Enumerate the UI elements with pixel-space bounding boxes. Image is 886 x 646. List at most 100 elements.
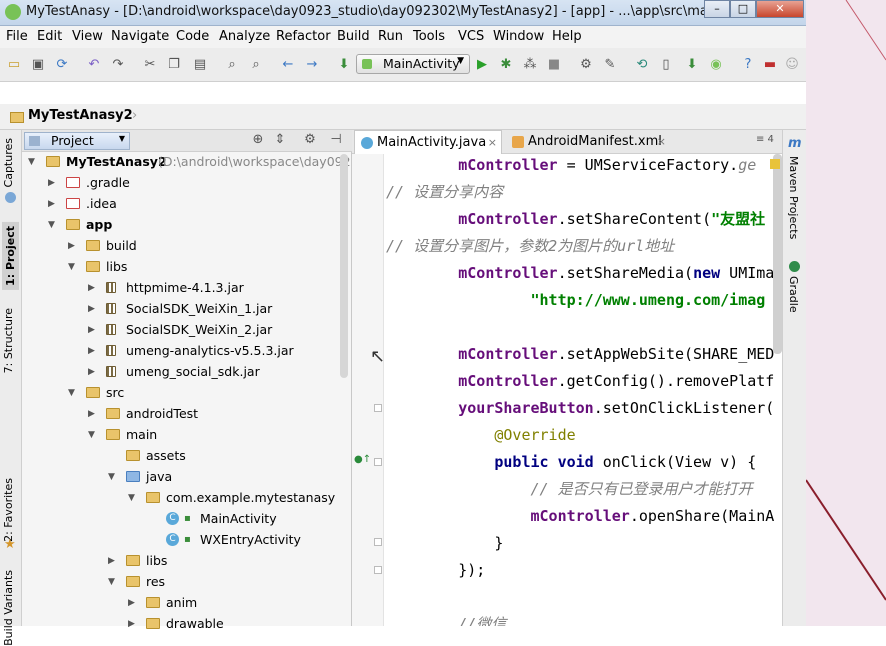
chevron-down-icon[interactable]: ▼ [108,467,115,487]
back-icon[interactable]: ← [280,57,296,73]
project-structure-icon[interactable]: ⚙ [578,57,594,73]
chevron-right-icon[interactable]: ▶ [68,236,75,256]
tab-androidmanifest-xml[interactable]: AndroidManifest.xml × [506,130,670,154]
minimize-button[interactable]: – [704,0,730,18]
tree-item[interactable]: ▶ umeng_social_sdk.jar [22,362,352,382]
replace-icon[interactable]: ⌕ [248,57,264,73]
tree-item[interactable]: ▶ anim [22,593,352,613]
tree-item[interactable]: ▶ androidTest [22,404,352,424]
gear-icon[interactable]: ⚙ [302,132,318,148]
tab-maven-projects[interactable]: Maven Projects [787,156,800,239]
menu-analyze[interactable]: Analyze [219,29,270,44]
tab-mainactivity-java[interactable]: MainActivity.java × [354,130,502,154]
menu-refactor[interactable]: Refactor [276,29,331,44]
tab-project[interactable]: 1: Project [2,222,19,290]
breadcrumb-project[interactable]: MyTestAnasy2 [28,108,133,123]
project-view-select[interactable]: Project ▼ [24,132,130,150]
tree-item[interactable]: ▶ build [22,236,352,256]
tree-item[interactable]: ▶ drawable [22,614,352,634]
debug-icon[interactable]: ✱ [498,57,514,73]
chevron-right-icon[interactable]: ▶ [88,278,95,298]
menu-tools[interactable]: Tools [413,29,445,44]
tab-overflow[interactable]: ≡ 4 [756,134,774,145]
menu-run[interactable]: Run [378,29,403,44]
menu-edit[interactable]: Edit [37,29,62,44]
tree-item[interactable]: ▶ .gradle [22,173,352,193]
maximize-button[interactable]: □ [730,0,756,18]
menu-vcs[interactable]: VCS [458,29,484,44]
sdk-manager-icon[interactable]: ⬇ [684,57,700,73]
undo-icon[interactable]: ↶ [86,57,102,73]
fold-marker-icon[interactable] [374,404,382,412]
chevron-right-icon[interactable]: ▶ [88,404,95,424]
presentation-icon[interactable]: ▬ [762,57,778,73]
tree-item[interactable]: C WXEntryActivity ▪ [22,530,352,550]
make-project-icon[interactable]: ⬇ [336,57,352,73]
user-icon[interactable]: ☺ [784,57,800,73]
settings-icon[interactable]: ✎ [602,57,618,73]
chevron-down-icon[interactable]: ▼ [128,488,135,508]
project-scrollbar[interactable] [340,154,348,378]
code-editor[interactable]: mController = UMServiceFactory.ge // 设置分享… [384,154,782,626]
tab-gradle[interactable]: Gradle [787,276,800,313]
avd-manager-icon[interactable]: ▯ [658,57,674,73]
save-icon[interactable]: ▣ [30,57,46,73]
scroll-from-source-icon[interactable]: ⊕ [250,132,266,148]
help-icon[interactable]: ? [740,57,756,73]
fold-marker-icon[interactable] [374,538,382,546]
tree-item[interactable]: ▶ SocialSDK_WeiXin_2.jar [22,320,352,340]
tree-item[interactable]: ▼ main [22,425,352,445]
android-monitor-icon[interactable]: ◉ [708,57,724,73]
menu-code[interactable]: Code [176,29,209,44]
chevron-down-icon[interactable]: ▼ [108,572,115,592]
chevron-right-icon[interactable]: ▶ [128,614,135,634]
menu-view[interactable]: View [72,29,103,44]
copy-icon[interactable]: ❐ [166,57,182,73]
tree-item[interactable]: ▶ umeng-analytics-v5.5.3.jar [22,341,352,361]
tree-item[interactable]: ▼ libs [22,257,352,277]
tree-item[interactable]: ▶ httpmime-4.1.3.jar [22,278,352,298]
chevron-down-icon[interactable]: ▼ [28,152,35,172]
chevron-right-icon[interactable]: ▶ [108,551,115,571]
tree-item[interactable]: ▼ app [22,215,352,235]
menu-file[interactable]: File [6,29,28,44]
tree-item[interactable]: ▼ res [22,572,352,592]
fold-marker-icon[interactable] [374,566,382,574]
chevron-right-icon[interactable]: ▶ [88,341,95,361]
chevron-right-icon[interactable]: ▶ [88,362,95,382]
tab-structure[interactable]: 7: Structure [2,308,15,373]
chevron-right-icon[interactable]: ▶ [88,320,95,340]
tab-captures[interactable]: Captures [2,138,15,187]
menu-window[interactable]: Window [493,29,544,44]
tree-item[interactable]: ▶ libs [22,551,352,571]
sync-icon[interactable]: ⟳ [54,57,70,73]
open-icon[interactable]: ▭ [6,57,22,73]
paste-icon[interactable]: ▤ [192,57,208,73]
tree-item[interactable]: ▼ java [22,467,352,487]
tree-item[interactable]: ▼ MyTestAnasy2 (D:\android\workspace\day09… [22,152,352,172]
tree-item[interactable]: ▶ SocialSDK_WeiXin_1.jar [22,299,352,319]
find-icon[interactable]: ⌕ [224,57,240,73]
chevron-down-icon[interactable]: ▼ [68,257,75,277]
redo-icon[interactable]: ↷ [110,57,126,73]
attach-debugger-icon[interactable]: ⁂ [522,57,538,73]
tree-item[interactable]: ▶ .idea [22,194,352,214]
chevron-right-icon[interactable]: ▶ [48,194,55,214]
close-button[interactable]: ✕ [756,0,804,18]
tree-item[interactable]: assets [22,446,352,466]
chevron-right-icon[interactable]: ▶ [88,299,95,319]
close-icon[interactable]: × [657,130,666,154]
chevron-down-icon[interactable]: ▼ [48,215,55,235]
hide-panel-icon[interactable]: ⊣ [328,132,344,148]
cut-icon[interactable]: ✂ [142,57,158,73]
editor-scrollbar[interactable] [773,154,782,354]
tab-favorites[interactable]: 2: Favorites [2,478,15,542]
run-icon[interactable]: ▶ [474,57,490,73]
menu-help[interactable]: Help [552,29,582,44]
tree-item[interactable]: ▼ com.example.mytestanasy [22,488,352,508]
stop-icon[interactable]: ■ [546,57,562,73]
close-icon[interactable]: × [488,131,497,155]
tab-build-variants[interactable]: Build Variants [2,570,15,646]
override-marker-icon[interactable]: ●↑ [354,454,371,465]
collapse-all-icon[interactable]: ⇕ [272,132,288,148]
